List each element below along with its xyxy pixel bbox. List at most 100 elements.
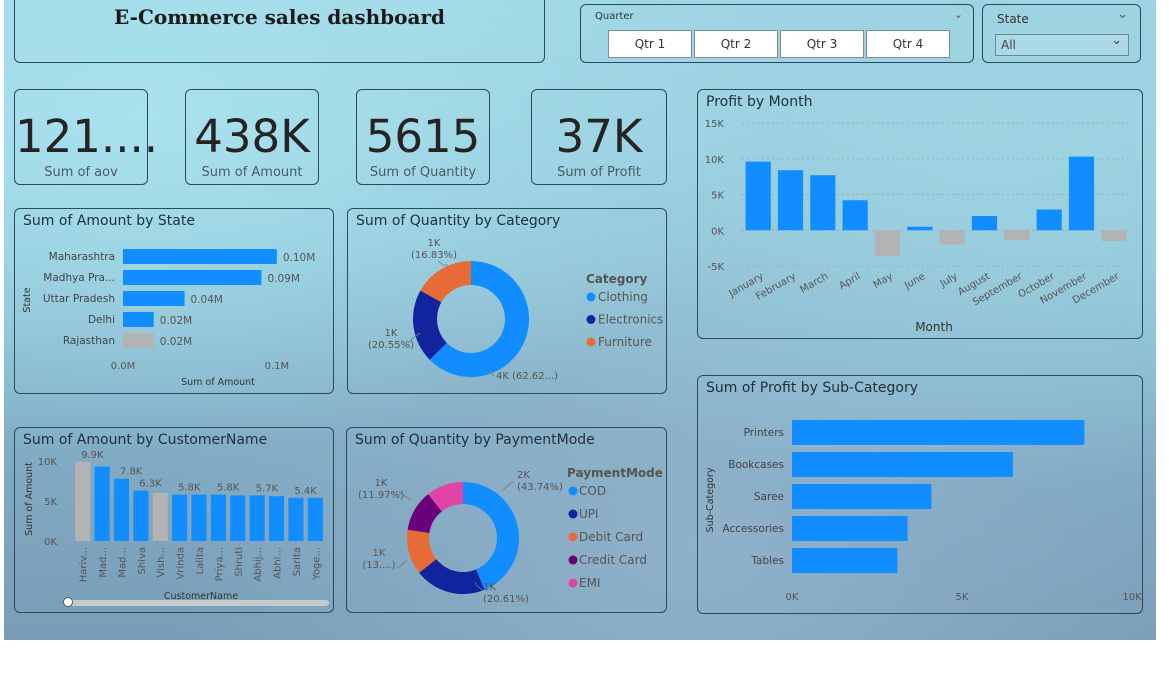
data-label: 0.10M [283,252,315,264]
chart-title: Profit by Month [706,94,813,110]
bar [123,333,154,348]
x-tick-label: April [837,271,862,292]
bar [133,490,149,541]
legend-marker [586,292,596,302]
x-axis-title: Month [915,320,953,334]
chart-quantity-by-category: Sum of Quantity by Category 1K (16.83%) 1K… [347,208,667,394]
leader-line [396,559,408,569]
kpi-value: 121.... [15,110,159,163]
x-tick-label: March [798,271,830,296]
bar [842,200,868,231]
bar [307,497,323,541]
x-tick-label: July [938,271,960,290]
legend-label: Furniture [598,335,652,349]
bar [210,494,226,541]
legend-label: COD [579,484,606,498]
page-title: E-Commerce sales dashboard [114,5,445,29]
quarter-button-qtr4[interactable]: Qtr 4 [866,30,950,58]
y-axis-title: State [22,287,33,312]
y-tick-label: -5K [707,262,724,273]
bar [1101,230,1127,241]
y-tick-label: 5K [711,191,724,202]
data-label: 5.7K [256,483,279,494]
bar [123,249,277,264]
x-tick-label: Priya... [214,547,225,581]
bar [249,495,265,541]
quarter-button-qtr2[interactable]: Qtr 2 [694,30,778,58]
bar [939,230,965,245]
bar [792,452,1013,477]
bar [792,548,898,573]
data-label: 1K [375,478,388,489]
customer-column-chart: 10K 5K 0K 9.9K Hariv... Mad... 7.8K Mad... 6.3K S… [24,450,325,602]
bar [191,494,207,541]
bar [971,215,998,231]
quarter-button-qtr1[interactable]: Qtr 1 [608,30,692,58]
state-slicer: State ⌄ All ⌄ [982,4,1141,63]
chevron-down-icon[interactable]: ⌄ [1117,7,1128,22]
y-tick-label: Maharashtra [49,251,115,263]
chart-title: Sum of Quantity by Category [356,213,561,229]
y-tick-label: 0K [711,226,724,237]
data-label: 0.02M [160,315,192,327]
x-tick-label: 10K [1122,592,1142,603]
legend-label: Clothing [598,290,648,304]
bar [123,291,185,306]
x-tick-label: Yoge... [311,547,322,581]
y-axis-title: Sum of Amount [24,462,35,536]
kpi-label: Sum of Quantity [369,165,477,180]
y-tick-label: Tables [750,555,784,567]
bar [792,484,932,509]
kpi-card-amount: 438K Sum of Amount [185,89,319,185]
month-column-chart: 15K10K5K0K-5KJanuaryFebruary March April Ma… [705,119,1130,334]
data-label: 0.02M [160,336,192,348]
legend-marker [568,509,578,519]
bar [172,494,188,541]
data-label: 1K [428,238,441,249]
bar [113,478,130,541]
data-label: 1K [385,328,398,339]
y-tick-label: 10K [705,155,725,166]
bar [268,496,285,541]
kpi-value: 438K [194,110,310,163]
quarter-slicer-label: Quarter [595,11,634,22]
kpi-value: 37K [555,110,643,163]
legend-label: EMI [579,576,600,590]
kpi-card-profit: 37K Sum of Profit [531,89,667,185]
kpi-card-aov: 121.... Sum of aov [14,89,159,185]
x-tick-label: June [902,271,927,292]
title-panel: E-Commerce sales dashboard [14,0,545,63]
bar [1036,209,1062,231]
bar [792,420,1085,445]
scrollbar-handle[interactable] [63,597,73,607]
state-dropdown-value: All [1001,38,1016,52]
y-tick-label: Rajasthan [63,335,115,347]
x-tick-label: 0K [786,592,799,603]
kpi-label: Sum of Profit [557,165,641,180]
y-tick-label: Bookcases [728,459,784,471]
quarter-button-qtr3[interactable]: Qtr 3 [780,30,864,58]
quarter-slicer: Quarter ⌄ Qtr 1 Qtr 2 Qtr 3 Qtr 4 [580,4,974,63]
leader-line [437,260,448,266]
legend-label: Debit Card [579,530,643,544]
chart-title: Sum of Amount by State [23,213,195,229]
kpi-label: Sum of Amount [201,165,303,180]
chevron-down-icon[interactable]: ⌄ [954,8,963,21]
x-tick-label: Lalita [195,547,206,574]
state-dropdown[interactable]: All ⌄ [995,33,1129,56]
x-tick-label: Shiva [137,547,148,575]
data-label: 5.8K [217,483,240,494]
legend-marker [568,578,578,588]
y-tick-label: Madhya Pra... [43,272,115,284]
legend-label: Credit Card [579,553,647,567]
data-label: 2K [517,470,530,481]
horizontal-scrollbar[interactable] [63,597,329,607]
bar [1004,230,1030,241]
x-tick-label: 0.0M [111,361,136,372]
bar [777,170,804,231]
x-tick-label: Abhij... [253,547,264,582]
state-bar-chart: Maharashtra 0.10M Madhya Pra... 0.09M Uttar … [22,249,315,388]
data-label: 6.3K [139,479,162,490]
x-tick-label: May [872,271,895,291]
chart-title: Sum of Quantity by PaymentMode [355,432,595,448]
